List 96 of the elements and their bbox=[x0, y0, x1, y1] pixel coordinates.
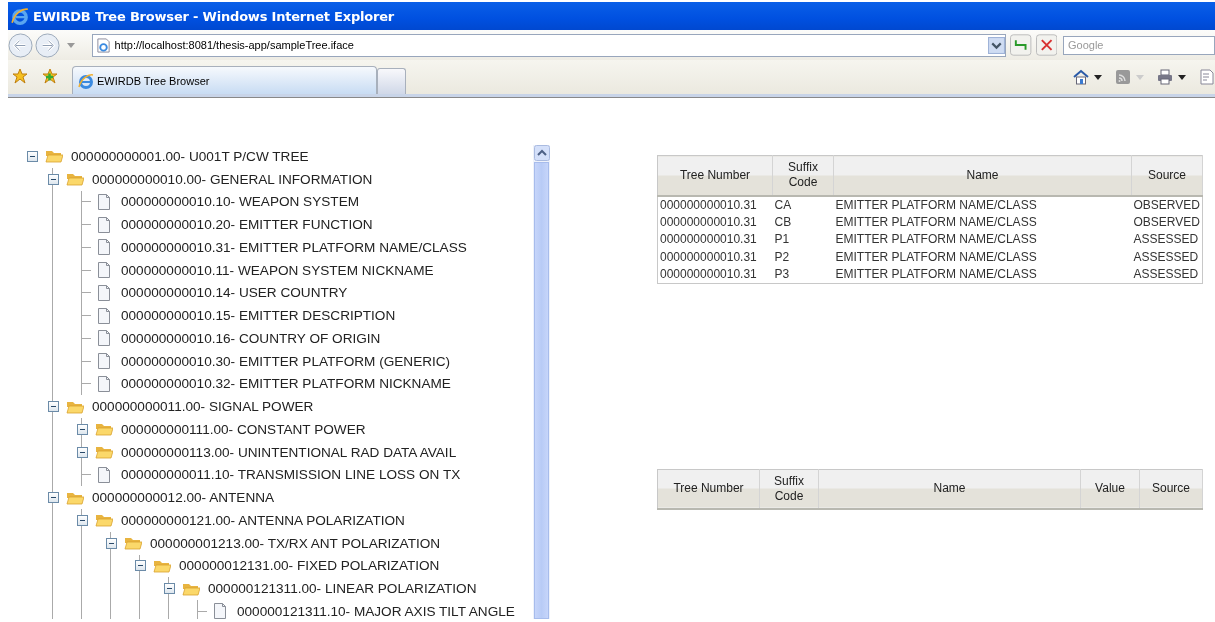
column-header[interactable]: Suffix Code bbox=[772, 155, 834, 196]
table-cell: 000000000010.31 bbox=[657, 195, 773, 213]
table-cell: ASSESSED bbox=[1131, 230, 1203, 248]
table-cell-text: EMITTER PLATFORM NAME/CLASS bbox=[834, 213, 1038, 231]
table-cell: OBSERVED bbox=[1131, 195, 1203, 213]
collapse-toggle-icon[interactable] bbox=[135, 560, 146, 572]
tree-item[interactable]: 000000000010.10- WEAPON SYSTEM bbox=[119, 193, 362, 211]
collapse-toggle-icon[interactable] bbox=[164, 583, 175, 595]
add-favorite-icon[interactable] bbox=[42, 68, 58, 84]
table-cell: 000000000010.31 bbox=[657, 265, 773, 283]
collapse-toggle-icon[interactable] bbox=[77, 423, 88, 435]
collapse-toggle-icon[interactable] bbox=[48, 173, 59, 185]
document-icon bbox=[97, 216, 111, 233]
table-cell: EMITTER PLATFORM NAME/CLASS bbox=[833, 195, 1132, 213]
tree-item[interactable]: 000000001213.00- TX/RX ANT POLARIZATION bbox=[148, 534, 443, 552]
table-cell: ASSESSED bbox=[1131, 248, 1203, 266]
favorites-star-icon[interactable] bbox=[12, 68, 28, 84]
tree-item[interactable]: 000000000012.00- ANTENNA bbox=[90, 489, 277, 507]
scroll-up-button[interactable] bbox=[533, 145, 550, 161]
document-icon bbox=[97, 375, 111, 392]
column-header[interactable]: Source bbox=[1139, 469, 1203, 509]
tree-item[interactable]: 000000000010.30- EMITTER PLATFORM (GENERIC) bbox=[119, 352, 453, 370]
tree-item[interactable]: 000000121311.10- MAJOR AXIS TILT ANGLE bbox=[235, 602, 517, 619]
table-cell: OBSERVED bbox=[1131, 213, 1203, 231]
tree-item[interactable]: 000000000121.00- ANTENNA POLARIZATION bbox=[119, 511, 407, 529]
address-field[interactable]: http://localhost:8081/thesis-app/sampleTree.iface bbox=[91, 33, 1007, 57]
column-header[interactable]: Tree Number bbox=[657, 469, 760, 509]
table-cell-text: EMITTER PLATFORM NAME/CLASS bbox=[834, 231, 1038, 248]
column-header[interactable]: Source bbox=[1131, 155, 1203, 196]
table-cell-text: P1 bbox=[773, 231, 791, 248]
table-cell: 000000000010.31 bbox=[657, 213, 773, 231]
collapse-toggle-icon[interactable] bbox=[27, 150, 38, 162]
collapse-toggle-icon[interactable] bbox=[77, 446, 88, 458]
folder-icon bbox=[45, 148, 63, 165]
tree-item[interactable]: 000000000010.00- GENERAL INFORMATION bbox=[90, 170, 375, 188]
document-icon bbox=[97, 330, 111, 347]
browser-tab[interactable]: EWIRDB Tree Browser bbox=[72, 66, 377, 94]
refresh-button[interactable] bbox=[1010, 34, 1032, 56]
tree-item[interactable]: 000000000001.00- U001T P/CW TREE bbox=[69, 147, 311, 165]
table-cell: 000000000010.31 bbox=[657, 248, 773, 266]
print-icon[interactable] bbox=[1157, 69, 1173, 85]
column-header[interactable]: Name bbox=[818, 469, 1081, 509]
folder-icon bbox=[124, 535, 142, 552]
document-icon bbox=[97, 262, 111, 279]
document-icon bbox=[213, 603, 227, 619]
tree-item[interactable]: 000000000011.10- TRANSMISSION LINE LOSS ON TX bbox=[119, 466, 463, 484]
tree-item[interactable]: 000000012131.00- FIXED POLARIZATION bbox=[177, 557, 442, 575]
caret-icon[interactable] bbox=[1178, 75, 1186, 80]
table-cell: 000000000010.31 bbox=[657, 230, 773, 248]
collapse-toggle-icon[interactable] bbox=[48, 492, 59, 504]
page-icon bbox=[95, 37, 111, 53]
table-cell-text: CB bbox=[773, 213, 793, 231]
dropdown-button[interactable] bbox=[988, 35, 1006, 55]
browser-logo-icon bbox=[78, 72, 94, 89]
tree-item[interactable]: 000000000111.00- CONSTANT POWER bbox=[119, 420, 368, 438]
tree-item[interactable]: 000000000010.16- COUNTRY OF ORIGIN bbox=[119, 329, 383, 347]
document-icon bbox=[97, 353, 111, 370]
folder-icon bbox=[95, 421, 113, 438]
collapse-toggle-icon[interactable] bbox=[48, 401, 59, 413]
table-cell: EMITTER PLATFORM NAME/CLASS bbox=[833, 265, 1132, 283]
collapse-toggle-icon[interactable] bbox=[106, 537, 117, 549]
folder-icon bbox=[66, 171, 84, 188]
tree-item[interactable]: 000000000113.00- UNINTENTIONAL RAD DATA AVAIL bbox=[119, 443, 459, 461]
table-cell: ASSESSED bbox=[1131, 265, 1203, 283]
window-title: EWIRDB Tree Browser - Windows Internet Explorer bbox=[33, 8, 395, 24]
column-header[interactable]: Suffix Code bbox=[759, 469, 819, 509]
document-icon bbox=[97, 307, 111, 324]
column-header[interactable]: Value bbox=[1080, 469, 1140, 509]
stop-button[interactable] bbox=[1035, 34, 1057, 56]
caret-icon bbox=[1136, 75, 1144, 80]
table-cell: P3 bbox=[772, 265, 834, 283]
search-field[interactable]: Google bbox=[1063, 35, 1215, 55]
tree-item[interactable]: 000000000010.32- EMITTER PLATFORM NICKNAME bbox=[119, 375, 453, 393]
feed-icon[interactable] bbox=[1115, 69, 1131, 85]
browser-logo-icon bbox=[11, 7, 29, 25]
folder-icon bbox=[95, 512, 113, 529]
tree-item[interactable]: 000000000010.11- WEAPON SYSTEM NICKNAME bbox=[119, 261, 436, 279]
collapse-toggle-icon[interactable] bbox=[77, 514, 88, 526]
document-icon bbox=[97, 239, 111, 256]
tree-item[interactable]: 000000000011.00- SIGNAL POWER bbox=[90, 398, 316, 416]
table-cell-text: P2 bbox=[773, 248, 791, 266]
column-header[interactable]: Tree Number bbox=[657, 155, 773, 196]
document-icon bbox=[97, 193, 111, 210]
tree-item[interactable]: 000000000010.20- EMITTER FUNCTION bbox=[119, 216, 375, 234]
home-icon[interactable] bbox=[1073, 69, 1089, 85]
tree-item[interactable]: 000000121311.00- LINEAR POLARIZATION bbox=[206, 580, 479, 598]
caret-icon[interactable] bbox=[1094, 75, 1102, 80]
document-icon bbox=[97, 284, 111, 301]
tree-item[interactable]: 000000000010.31- EMITTER PLATFORM NAME/CLASS bbox=[119, 238, 469, 256]
tree-item[interactable]: 000000000010.15- EMITTER DESCRIPTION bbox=[119, 307, 398, 325]
document-icon bbox=[97, 466, 111, 483]
tree-item[interactable]: 000000000010.14- USER COUNTRY bbox=[119, 284, 350, 302]
column-header[interactable]: Name bbox=[833, 155, 1132, 196]
table-cell-text: EMITTER PLATFORM NAME/CLASS bbox=[834, 248, 1038, 266]
table-cell: CA bbox=[772, 195, 834, 213]
folder-icon bbox=[95, 444, 113, 461]
